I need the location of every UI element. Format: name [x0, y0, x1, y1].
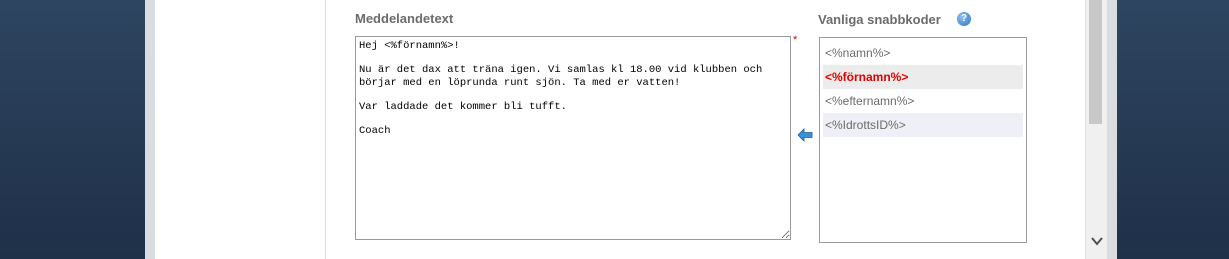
- chevron-down-icon[interactable]: [1090, 234, 1104, 248]
- shortcode-item-namn[interactable]: <%namn%>: [823, 41, 1023, 65]
- required-marker: *: [793, 34, 798, 46]
- background-left: [0, 0, 145, 259]
- shortcodes-label: Vanliga snabbkoder: [818, 12, 941, 27]
- sidebar-divider: [325, 0, 326, 259]
- message-label: Meddelandetext: [355, 11, 454, 26]
- help-icon[interactable]: ?: [957, 12, 971, 26]
- page-frame-right: [1106, 0, 1117, 259]
- message-textarea[interactable]: Hej <%förnamn%>! Nu är det dax att träna…: [355, 36, 791, 240]
- page-scrollbar[interactable]: [1085, 0, 1107, 259]
- page-frame-left: [145, 0, 155, 259]
- page-content: Meddelandetext Hej <%förnamn%>! Nu är de…: [155, 0, 1085, 259]
- shortcode-item-idrottsid[interactable]: <%IdrottsID%>: [823, 113, 1023, 137]
- shortcode-item-fornamn[interactable]: <%förnamn%>: [823, 65, 1023, 89]
- arrow-left-icon[interactable]: [797, 127, 813, 143]
- shortcodes-list: <%namn%> <%förnamn%> <%efternamn%> <%Idr…: [819, 37, 1027, 243]
- scrollbar-thumb[interactable]: [1089, 0, 1102, 124]
- shortcode-item-efternamn[interactable]: <%efternamn%>: [823, 89, 1023, 113]
- background-right: [1117, 0, 1229, 259]
